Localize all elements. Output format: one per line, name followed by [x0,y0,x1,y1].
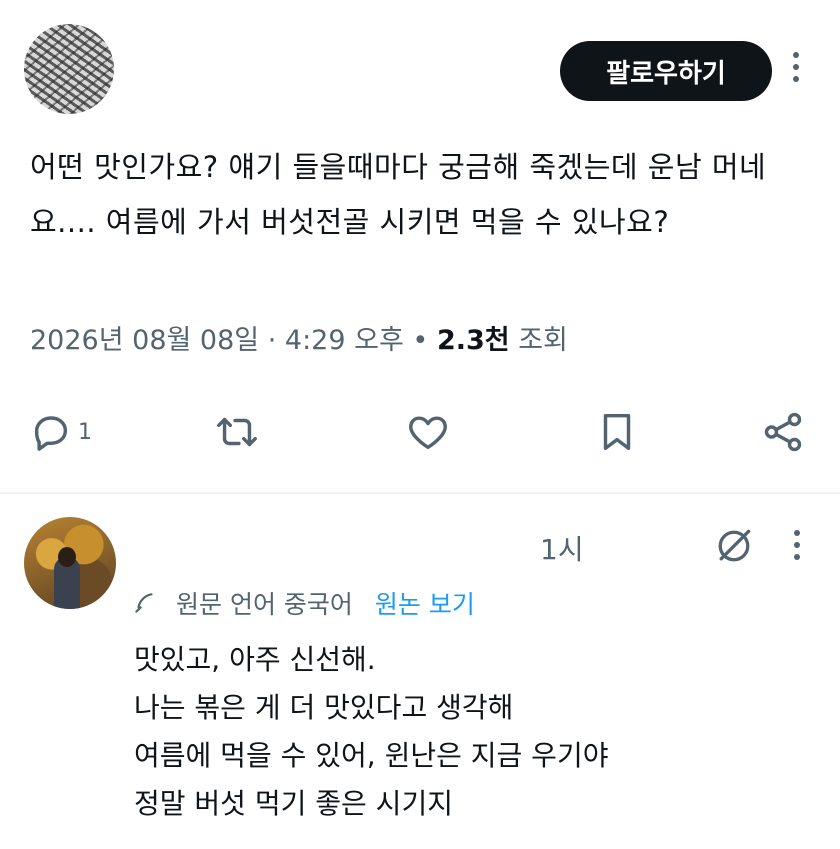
follow-button[interactable]: 팔로우하기 [560,41,772,101]
bookmark-icon [603,413,631,451]
meta-bullet: • [412,325,429,356]
reply-avatar[interactable] [24,517,116,609]
show-original-link[interactable]: 원논 보기 [375,585,475,621]
translation-note: 원문 언어 중국어 [176,590,353,619]
tweet-date: 2026년 08월 08일 [30,325,260,356]
reply-line: 정말 버섯 먹기 좋은 시기지 [134,787,453,820]
reply-line: 나는 볶은 게 더 맛있다고 생각해 [134,691,514,724]
like-button[interactable] [405,404,451,460]
bookmark-button[interactable] [594,404,640,460]
view-count: 2.3천 [436,325,510,356]
retweet-icon [217,417,257,447]
reply-text: 맛있고, 아주 신선해. 나는 볶은 게 더 맛있다고 생각해 여름에 먹을 수… [134,636,824,828]
meta-separator: · [267,325,277,356]
translation-row: 원문 언어 중국어 원논 보기 [132,585,475,621]
share-icon [764,412,802,452]
grok-icon[interactable] [712,524,756,568]
view-label: 조회 [518,325,568,356]
reply-button[interactable]: 1 [28,404,92,460]
reply-time[interactable]: 1시 [540,528,584,568]
reply-count: 1 [78,419,92,445]
divider [0,492,840,494]
reply-line: 맛있고, 아주 신선해. [134,643,376,676]
tweet-time: 4:29 오후 [284,325,404,356]
reply-more-icon[interactable] [787,530,807,560]
reply-icon [34,416,68,451]
heart-icon [409,416,447,450]
tweet-text: 어떤 맛인가요? 얘기 들을때마다 궁금해 죽겠는데 운남 머네요.... 여름… [30,150,767,239]
reply-line: 여름에 먹을 수 있어, 윈난은 지금 우기야 [134,739,609,772]
more-icon[interactable] [786,52,806,82]
translate-icon [135,593,153,613]
share-button[interactable] [760,404,806,460]
tweet-meta: 2026년 08월 08일 · 4:29 오후 • 2.3천 조회 [30,318,568,357]
avatar[interactable] [24,24,114,114]
retweet-button[interactable] [214,404,260,460]
